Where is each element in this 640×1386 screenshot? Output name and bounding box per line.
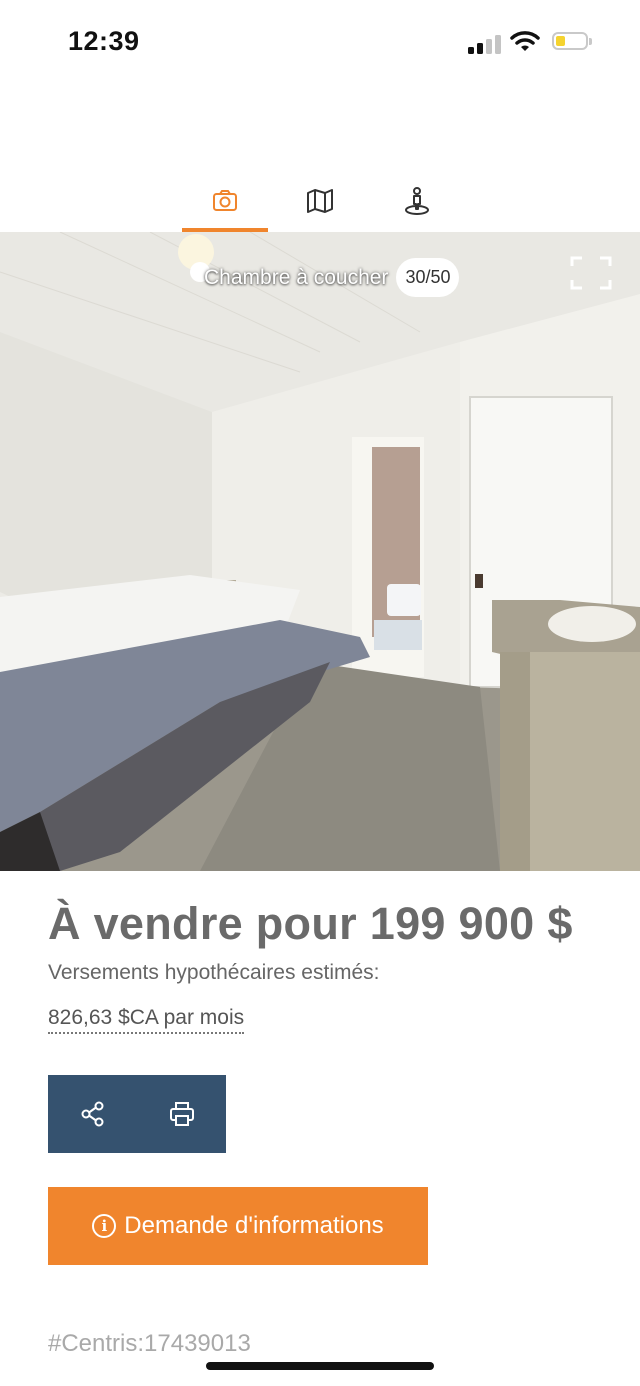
street-view-icon (405, 187, 429, 215)
battery-icon (552, 32, 592, 52)
listing-price: À vendre pour 199 900 $ (48, 898, 573, 949)
listing-photo[interactable]: Chambre à coucher 30/50 (0, 232, 640, 871)
tab-street-view[interactable] (374, 178, 460, 232)
fullscreen-icon[interactable] (570, 256, 612, 290)
status-time: 12:39 (68, 26, 140, 56)
centris-number: #Centris:17439013 (48, 1330, 251, 1357)
wifi-icon (510, 31, 540, 51)
share-icon (81, 1101, 103, 1127)
mortgage-payment-link[interactable]: 826,63 $CA par mois (48, 1006, 245, 1034)
share-button[interactable] (48, 1075, 137, 1153)
action-bar (48, 1075, 226, 1153)
photo-counter: 30/50 (396, 258, 460, 297)
media-tabs (0, 178, 640, 234)
info-icon: i (92, 1214, 117, 1238)
tab-photos[interactable] (182, 178, 268, 232)
photo-caption-text: Chambre à coucher (204, 265, 389, 289)
home-indicator[interactable] (206, 1362, 434, 1370)
request-info-label: Demande d'informations (124, 1212, 384, 1239)
mortgage-label: Versements hypothécaires estimés: (48, 961, 380, 984)
print-button[interactable] (137, 1075, 226, 1153)
photo-caption: Chambre à coucher 30/50 (204, 258, 460, 297)
map-icon (307, 189, 333, 213)
cellular-signal-icon (468, 32, 502, 54)
request-info-button[interactable]: i Demande d'informations (48, 1187, 428, 1265)
status-bar: 12:39 (0, 0, 640, 88)
tab-map[interactable] (277, 178, 363, 232)
camera-icon (213, 190, 237, 211)
print-icon (169, 1102, 194, 1126)
bedroom-photo-image (0, 232, 640, 871)
